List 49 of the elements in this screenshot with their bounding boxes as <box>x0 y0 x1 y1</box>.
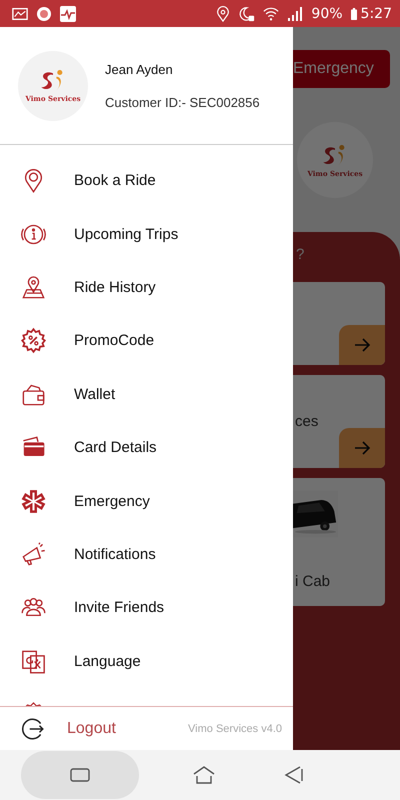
menu-label: Card Details <box>74 439 157 456</box>
megaphone-icon <box>20 540 47 568</box>
menu-label: PromoCode <box>74 332 154 350</box>
option-card[interactable] <box>293 282 385 365</box>
cab-card[interactable]: i Cab <box>293 478 385 606</box>
menu-label: Invite Friends <box>74 599 164 616</box>
pulse-icon <box>60 6 76 22</box>
record-icon <box>36 6 52 22</box>
menu-item[interactable]: Notifications <box>0 528 293 582</box>
menu-item[interactable]: Emergency <box>0 474 293 528</box>
location-icon <box>215 6 232 22</box>
menu-item[interactable]: Card Details <box>0 420 293 474</box>
menu-item[interactable]: Book a Ride <box>0 154 293 208</box>
menu-item[interactable]: Wallet <box>0 368 293 421</box>
image-icon <box>12 6 28 22</box>
map-pin-icon <box>20 274 47 301</box>
percent-badge-icon <box>20 327 47 354</box>
menu-item[interactable]: PromoCode <box>0 314 293 368</box>
menu-label: Language <box>74 652 141 670</box>
menu-label: Notifications <box>74 546 156 563</box>
app-version: Vimo Services v4.0 <box>188 722 282 734</box>
menu-label: Upcoming Trips <box>74 226 178 243</box>
option-card[interactable]: ces <box>293 375 385 468</box>
customer-id: Customer ID:- SEC002856 <box>105 94 260 110</box>
question-text: ? <box>295 246 306 265</box>
home-icon <box>192 765 216 785</box>
menu-item[interactable]: Language <box>0 634 293 688</box>
menu-label: Wallet <box>74 386 116 403</box>
menu-item[interactable]: Invite Friends <box>0 581 293 635</box>
clock: 5:27 <box>360 6 392 22</box>
menu-label: Emergency <box>74 492 150 510</box>
menu-label: Ride History <box>74 278 156 296</box>
logout-button[interactable]: Logout <box>20 716 116 742</box>
arrow-button[interactable] <box>339 428 385 468</box>
battery-icon <box>350 6 357 20</box>
card-title: ces <box>295 413 318 430</box>
card-title: i Cab <box>295 573 330 590</box>
menu-item[interactable]: Ride History <box>0 260 293 314</box>
signal-icon <box>287 6 304 22</box>
logout-icon <box>20 716 46 742</box>
translate-icon <box>20 648 47 675</box>
wifi-icon <box>263 6 280 22</box>
battery-percent: 90% <box>311 6 343 22</box>
menu-label: Book a Ride <box>74 172 156 190</box>
user-name: Jean Ayden <box>105 62 174 76</box>
moon-alarm-icon <box>239 6 256 22</box>
medical-star-icon <box>20 488 47 515</box>
arrow-button[interactable] <box>339 325 385 365</box>
menu-item[interactable]: Upcoming Trips <box>0 207 293 261</box>
